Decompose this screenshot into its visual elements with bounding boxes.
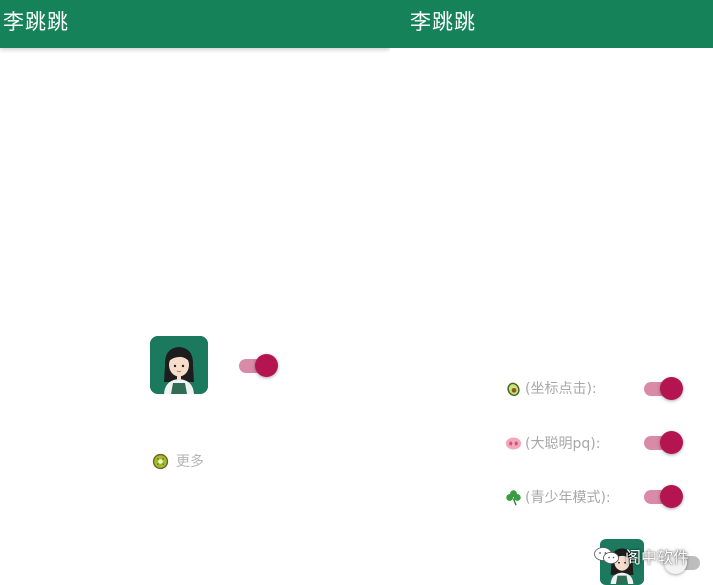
app-title: 李跳跳 — [410, 10, 476, 34]
setting-label-smart-pq: (大聪明pq): — [525, 436, 601, 452]
app-bar: 李跳跳 — [0, 0, 390, 48]
setting-row-label: (坐标点击): — [505, 378, 597, 398]
setting-row-label: (大聪明pq): — [505, 433, 600, 453]
toggle-thumb — [660, 431, 683, 454]
more-link[interactable]: 更多 — [152, 451, 204, 471]
smart-pq-toggle[interactable] — [642, 430, 683, 454]
setting-row-label: (青少年模式): — [505, 487, 611, 507]
setting-label-coordinate-click: (坐标点击): — [525, 381, 597, 397]
toggle-thumb — [255, 354, 278, 377]
app-title: 李跳跳 — [3, 10, 69, 34]
right-screen: 李跳跳 (坐标点击): (大聪明pq): (青少年模式): — [390, 0, 713, 585]
avocado-icon — [505, 380, 522, 397]
watermark: 阁中软件 — [593, 544, 689, 568]
main-toggle-switch[interactable] — [237, 353, 278, 377]
avatar[interactable] — [150, 336, 208, 394]
more-label: 更多 — [176, 454, 204, 470]
coordinate-click-toggle[interactable] — [642, 376, 683, 400]
toggle-thumb — [660, 377, 683, 400]
shamrock-icon — [505, 489, 522, 506]
avatar-girl-illustration — [150, 336, 208, 394]
teen-mode-toggle[interactable] — [642, 484, 683, 508]
kiwi-icon — [152, 453, 169, 470]
toggle-thumb — [660, 485, 683, 508]
app-bar: 李跳跳 — [390, 0, 713, 48]
left-screen: 李跳跳 更多 — [0, 0, 390, 585]
pig-nose-icon — [505, 435, 522, 452]
watermark-text: 阁中软件 — [625, 548, 690, 567]
setting-label-teen-mode: (青少年模式): — [525, 490, 611, 506]
wechat-icon — [594, 547, 619, 564]
